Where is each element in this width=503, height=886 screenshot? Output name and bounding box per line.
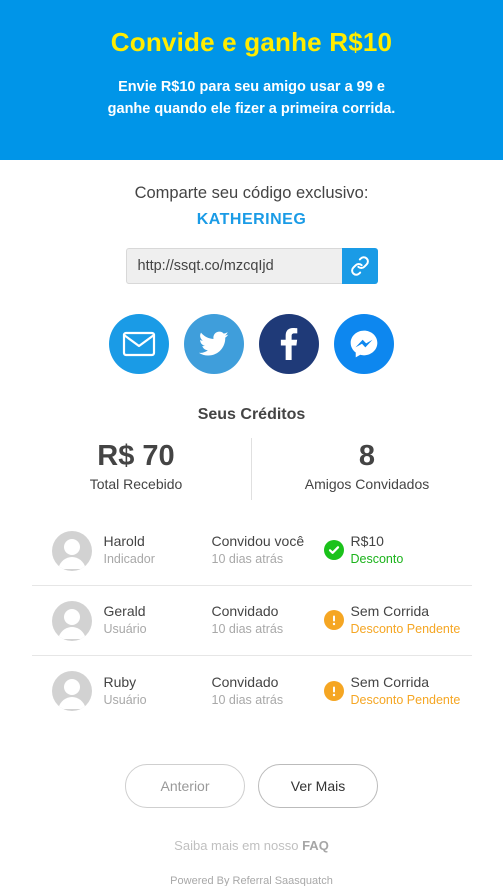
credits-title: Seus Créditos: [197, 406, 306, 423]
see-more-button[interactable]: Ver Mais: [258, 764, 378, 808]
facebook-share-button[interactable]: [259, 314, 319, 374]
friends-invited-label: Amigos Convidados: [304, 476, 430, 492]
referral-action: Convidado: [211, 673, 279, 690]
referral-status-detail: Desconto Pendente: [350, 622, 461, 636]
referral-status-detail: Desconto: [350, 552, 404, 566]
referral-name: Harold: [103, 533, 145, 549]
previous-button[interactable]: Anterior: [125, 764, 245, 808]
page-title: Convide e ganhe R$10: [110, 27, 393, 57]
referral-status-detail: Desconto Pendente: [350, 692, 461, 707]
friends-invited-stat: 8 Amigos Convidados: [262, 438, 472, 500]
referral-row: Ruby Usuário Convidado 10 dias atrás Sem…: [32, 656, 472, 726]
email-share-button[interactable]: [109, 314, 169, 374]
referral-status: Sem Corrida: [350, 673, 430, 690]
envelope-icon: [122, 331, 156, 357]
twitter-icon: [199, 331, 229, 356]
referral-list: Harold Indicador Convidou você 10 dias a…: [31, 516, 472, 726]
referral-time: 10 dias atrás: [211, 692, 284, 707]
warning-icon: [323, 680, 344, 701]
referral-row: Harold Indicador Convidou você 10 dias a…: [31, 516, 472, 586]
warning-icon: [323, 610, 344, 630]
header-subtitle: Envie R$10 para seu amigo usar a 99 e ga…: [0, 76, 503, 120]
stat-divider: [251, 438, 252, 500]
referral-role: Usuário: [103, 692, 147, 707]
header-banner: Convide e ganhe R$10 Envie R$10 para seu…: [0, 0, 503, 160]
share-link-row: http://ssqt.co/mzcqIjd: [0, 248, 503, 284]
faq-prefix: Saiba mais em nosso: [174, 838, 299, 853]
referral-time: 10 dias atrás: [211, 552, 284, 566]
referral-action: Convidado: [211, 603, 279, 619]
avatar: [51, 530, 92, 571]
avatar: [51, 600, 92, 641]
referral-action: Convidou você: [211, 533, 305, 549]
total-received-stat: R$ 70 Total Recebido: [31, 438, 241, 500]
total-received-value: R$ 70: [97, 440, 175, 472]
referral-code: KATHERINEG: [196, 211, 307, 228]
faq-link[interactable]: FAQ: [302, 838, 329, 853]
referral-status: Sem Corrida: [350, 603, 430, 619]
referral-name: Ruby: [103, 673, 137, 690]
subtitle-line-2: ganhe quando ele fizer a primeira corrid…: [107, 101, 396, 117]
referral-role: Usuário: [103, 622, 147, 636]
share-link-field[interactable]: http://ssqt.co/mzcqIjd: [125, 248, 342, 284]
share-intro: Comparte seu código exclusivo:: [134, 184, 369, 202]
messenger-icon: [350, 330, 378, 358]
referral-row: Gerald Usuário Convidado 10 dias atrás S…: [31, 586, 472, 656]
link-icon: [350, 256, 369, 276]
referral-status: R$10: [350, 533, 384, 549]
referral-role: Indicador: [103, 552, 155, 566]
twitter-share-button[interactable]: [184, 314, 244, 374]
total-received-label: Total Recebido: [89, 476, 183, 492]
powered-by[interactable]: Powered By Referral Saasquatch: [0, 875, 503, 886]
referral-name: Gerald: [103, 603, 146, 619]
credit-stats: R$ 70 Total Recebido 8 Amigos Convidados: [0, 438, 503, 500]
subtitle-line-1: Envie R$10 para seu amigo usar a 99 e: [118, 79, 385, 95]
facebook-icon: [280, 328, 298, 360]
messenger-share-button[interactable]: [334, 314, 394, 374]
avatar: [51, 671, 92, 711]
checkmark-icon: [323, 540, 344, 560]
faq-line: Saiba mais em nosso FAQ: [0, 838, 503, 853]
copy-link-button[interactable]: [341, 248, 378, 284]
friends-invited-value: 8: [358, 440, 376, 472]
social-share-buttons: [0, 314, 503, 374]
referral-time: 10 dias atrás: [211, 622, 284, 636]
pagination: Anterior Ver Mais: [0, 764, 503, 808]
